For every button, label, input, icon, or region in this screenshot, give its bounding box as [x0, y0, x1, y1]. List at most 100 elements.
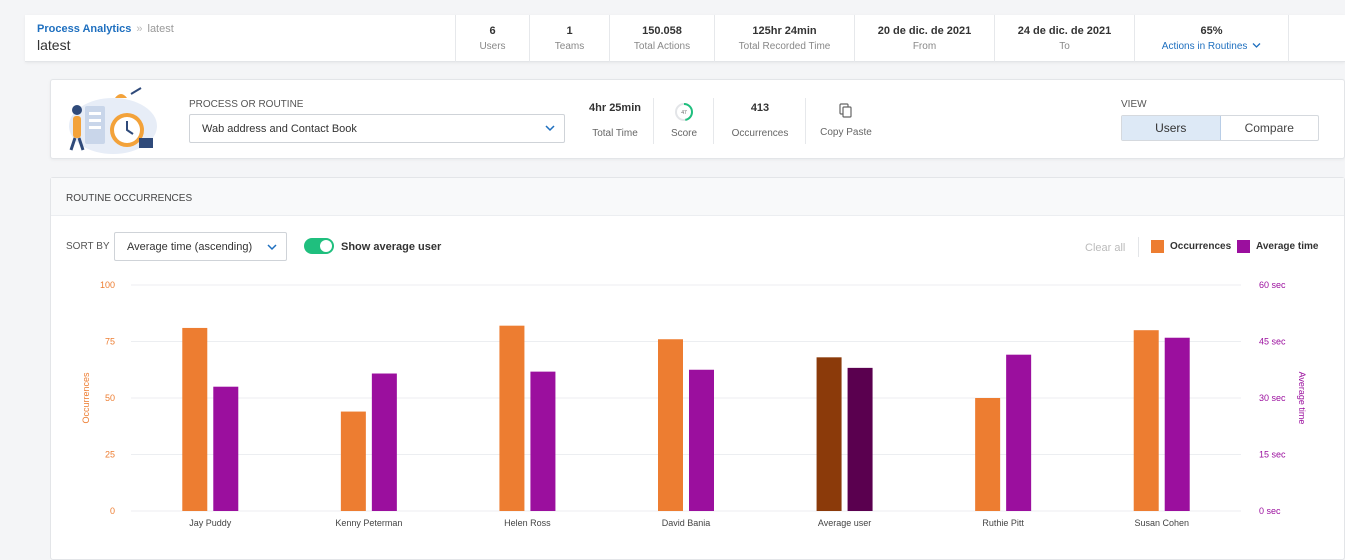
bar-occurrences — [499, 325, 525, 511]
y-tick-left: 50 — [105, 393, 115, 403]
bar-occurrences — [658, 339, 683, 511]
occurrences-value: 413 — [750, 101, 770, 114]
chevron-down-icon — [1252, 43, 1261, 48]
divider — [805, 98, 806, 144]
stat-to: 24 de dic. de 2021 To — [994, 15, 1134, 62]
occurrences-metric: 413 Occurrences — [715, 80, 805, 160]
score-ring-icon: 47 — [675, 102, 693, 121]
breadcrumb: Process Analytics » latest — [37, 23, 174, 35]
stat-label: To — [1059, 41, 1070, 52]
stat-value: 1 — [566, 25, 573, 37]
stat-value: 150.058 — [642, 25, 682, 37]
x-tick-label: David Bania — [662, 518, 711, 528]
process-routine-label: PROCESS OR ROUTINE — [189, 99, 304, 110]
y-tick-right: 15 sec — [1259, 450, 1286, 460]
view-option-users[interactable]: Users — [1122, 116, 1221, 140]
stat-value: 24 de dic. de 2021 — [1017, 25, 1112, 37]
copy-paste-label: Copy Paste — [820, 126, 872, 138]
y-tick-left: 75 — [105, 337, 115, 347]
show-average-user-label: Show average user — [341, 241, 442, 253]
sort-by-label: SORT BY — [66, 241, 110, 252]
section-title: ROUTINE OCCURRENCES — [51, 178, 1344, 216]
x-tick-label: Helen Ross — [504, 518, 551, 528]
breadcrumb-separator: » — [136, 23, 143, 35]
legend-item-average-time[interactable]: Average time — [1237, 240, 1318, 253]
legend-item-occurrences[interactable]: Occurrences — [1151, 240, 1231, 253]
top-header: Process Analytics » latest latest 6 Users … — [25, 15, 1345, 62]
y-tick-right: 60 sec — [1259, 280, 1286, 290]
x-tick-label: Susan Cohen — [1134, 518, 1189, 528]
breadcrumb-current: latest — [147, 23, 174, 35]
y-axis-label-right: Average time — [1297, 372, 1307, 425]
stat-label: Total Recorded Time — [738, 41, 831, 52]
bar-average-time — [530, 371, 556, 511]
bar-average-time — [1006, 354, 1032, 511]
show-average-user-toggle[interactable] — [304, 238, 334, 254]
x-tick-label: Average user — [818, 518, 871, 528]
legend-swatch — [1151, 240, 1164, 253]
legend-label: Average time — [1256, 241, 1319, 252]
x-tick-label: Ruthie Pitt — [982, 518, 1024, 528]
sort-by-select[interactable]: Average time (ascending) — [114, 232, 287, 261]
stat-value: 20 de dic. de 2021 — [877, 25, 972, 37]
total-time-value: 4hr 25min — [589, 101, 641, 114]
y-tick-left: 100 — [100, 280, 115, 290]
bar-occurrences — [975, 398, 1001, 511]
bar-occurrences — [816, 357, 842, 511]
copy-icon — [839, 102, 852, 118]
score-metric: 47 Score — [655, 80, 713, 160]
x-tick-label: Jay Puddy — [189, 518, 232, 528]
page-title: latest — [37, 37, 71, 53]
stat-value: 65% — [1200, 25, 1223, 37]
stat-label: Total Actions — [633, 41, 691, 52]
view-option-compare[interactable]: Compare — [1221, 116, 1319, 140]
view-toggle: Users Compare — [1121, 115, 1319, 141]
divider — [713, 98, 714, 144]
bar-occurrences — [1133, 330, 1159, 511]
stat-total-recorded-time: 125hr 24min Total Recorded Time — [714, 15, 854, 62]
y-tick-right: 0 sec — [1259, 506, 1281, 516]
y-tick-left: 0 — [110, 506, 115, 516]
score-value: 47 — [681, 110, 687, 116]
stat-label: From — [912, 41, 937, 52]
process-routine-select[interactable]: Wab address and Contact Book — [189, 114, 565, 143]
bar-average-time — [213, 386, 239, 511]
sort-by-selected-value: Average time (ascending) — [127, 241, 253, 253]
chevron-down-icon — [545, 125, 555, 132]
stat-label: Users — [479, 41, 506, 52]
stat-label: Actions in Routines — [1161, 41, 1248, 52]
y-tick-right: 30 sec — [1259, 393, 1286, 403]
legend-divider — [1138, 237, 1139, 257]
occurrences-bar-chart: 0 0 sec 25 15 sec 50 30 sec 75 45 sec 100 60 sec O… — [81, 280, 1307, 528]
bar-average-time — [371, 373, 397, 511]
stat-from: 20 de dic. de 2021 From — [854, 15, 994, 62]
bar-average-time — [689, 369, 714, 511]
chevron-down-icon — [267, 244, 277, 251]
routine-selector-card: PROCESS OR ROUTINE Wab address and Conta… — [50, 79, 1345, 159]
total-time-label: Total Time — [592, 127, 638, 139]
stat-value: 125hr 24min — [752, 25, 817, 37]
divider — [653, 98, 654, 144]
y-tick-right: 45 sec — [1259, 337, 1286, 347]
bar-occurrences — [182, 327, 208, 511]
routine-illustration — [69, 87, 157, 154]
stat-label-wrap: Actions in Routines — [1162, 41, 1261, 52]
legend-swatch — [1237, 240, 1250, 253]
stat-label: Teams — [554, 41, 585, 52]
breadcrumb-link-process-analytics[interactable]: Process Analytics — [37, 23, 131, 35]
copy-paste-metric[interactable]: Copy Paste — [807, 80, 885, 160]
process-routine-selected-value: Wab address and Contact Book — [202, 123, 357, 135]
bar-average-time — [847, 367, 873, 511]
stat-users: 6 Users — [455, 15, 529, 62]
view-label: VIEW — [1121, 99, 1147, 110]
summary-stats: 6 Users 1 Teams 150.058 Total Actions 12… — [455, 15, 1289, 62]
stat-actions-in-routines[interactable]: 65% Actions in Routines — [1134, 15, 1289, 62]
clear-all-button[interactable]: Clear all — [1085, 242, 1125, 254]
x-tick-label: Kenny Peterman — [335, 518, 402, 528]
y-axis-label-left: Occurrences — [81, 372, 91, 424]
y-tick-left: 25 — [105, 450, 115, 460]
occurrences-label: Occurrences — [731, 127, 789, 139]
stat-value: 6 — [489, 25, 496, 37]
score-label: Score — [670, 127, 698, 139]
stat-teams: 1 Teams — [529, 15, 609, 62]
